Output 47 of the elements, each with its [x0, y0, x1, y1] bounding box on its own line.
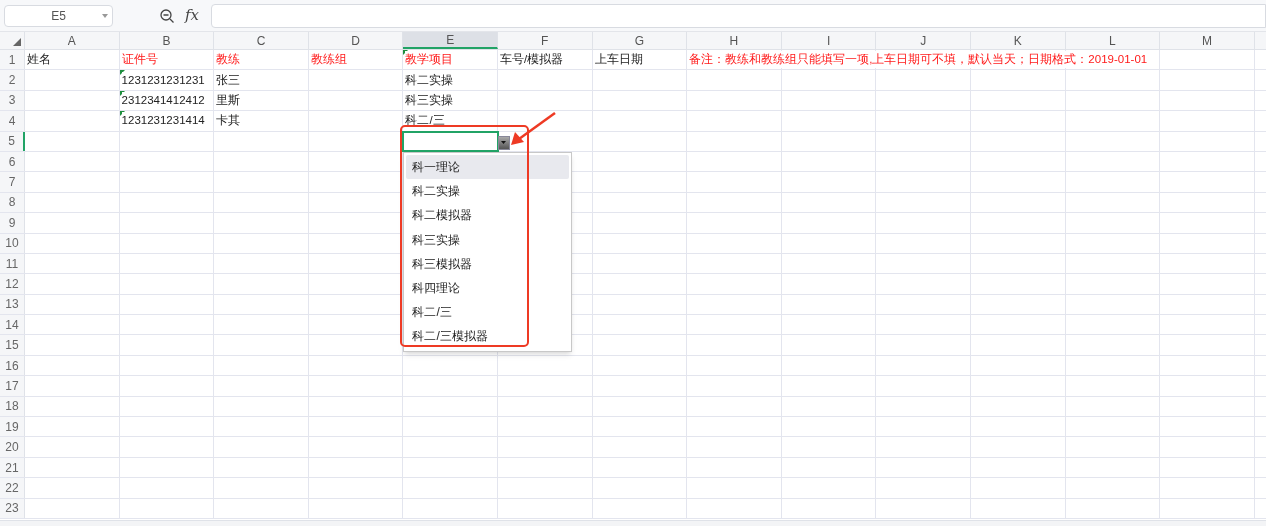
column-header[interactable]: C	[214, 32, 309, 49]
row-header[interactable]: 9	[0, 213, 25, 233]
function-label[interactable]: fx	[185, 4, 199, 27]
column-header[interactable]: F	[497, 32, 593, 49]
cell-text: 科二实操	[405, 71, 454, 89]
row-header[interactable]: 7	[0, 172, 25, 192]
dropdown-option[interactable]: 科一理论	[406, 155, 570, 180]
comment-marker-icon	[119, 111, 125, 117]
dropdown-option[interactable]: 科二/三	[406, 300, 570, 325]
column-header[interactable]: E	[403, 32, 498, 49]
cell-text: 备注：教练和教练组只能填写一项,上车日期可不填，默认当天；日期格式：2019-01-01	[689, 51, 1148, 69]
dropdown-option[interactable]: 科三实操	[406, 227, 570, 252]
column-header[interactable]: B	[119, 32, 215, 49]
row-header[interactable]: 12	[0, 274, 25, 294]
row-header[interactable]: 20	[0, 437, 25, 457]
row-header[interactable]: 2	[0, 70, 25, 90]
column-header[interactable]: J	[876, 32, 971, 49]
row-header[interactable]: 15	[0, 335, 25, 355]
annotation-arrow	[509, 111, 557, 147]
dropdown-button[interactable]	[497, 135, 510, 150]
dropdown-option[interactable]: 科二/三模拟器	[406, 324, 570, 349]
column-header[interactable]: H	[687, 32, 782, 49]
column-header[interactable]: L	[1065, 32, 1161, 49]
caret-icon	[102, 13, 108, 18]
row-header[interactable]: 19	[0, 417, 25, 437]
formula-field[interactable]	[211, 3, 1266, 28]
row-header[interactable]: 14	[0, 315, 25, 335]
name-box[interactable]: E5	[4, 4, 113, 27]
comment-marker-icon	[119, 90, 125, 96]
caret-icon	[501, 141, 507, 145]
row-header[interactable]: 1	[0, 50, 25, 70]
column-header[interactable]: K	[970, 32, 1066, 49]
column-header[interactable]: M	[1160, 32, 1255, 49]
cell-text: 张三	[216, 71, 241, 89]
dropdown-option[interactable]: 科三模拟器	[406, 251, 570, 276]
column-header[interactable]: I	[781, 32, 877, 49]
row-header[interactable]: 17	[0, 376, 25, 396]
column-header[interactable]: G	[592, 32, 688, 49]
zoom-icon[interactable]	[159, 7, 175, 24]
dropdown-option[interactable]: 科二实操	[406, 179, 570, 204]
comment-marker-icon	[119, 70, 125, 76]
column-header[interactable]: A	[25, 32, 120, 49]
dropdown-option[interactable]: 科二模拟器	[406, 203, 570, 228]
row-header[interactable]: 22	[0, 478, 25, 498]
dropdown-option[interactable]: 科四理论	[406, 275, 570, 301]
corner-triangle-icon	[13, 38, 21, 46]
row-header[interactable]: 4	[0, 111, 25, 131]
